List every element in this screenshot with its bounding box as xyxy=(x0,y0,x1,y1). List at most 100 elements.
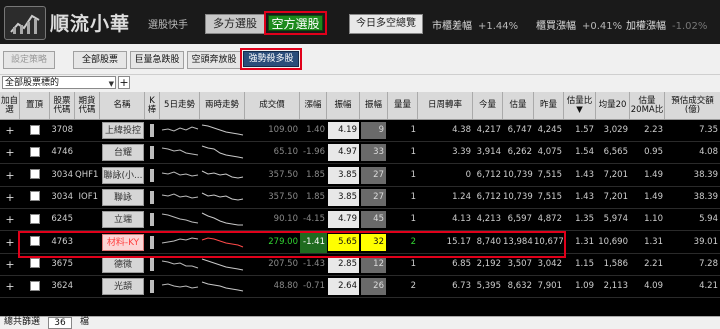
pin-checkbox[interactable] xyxy=(20,209,50,230)
amplitude2-value: 33 xyxy=(361,144,386,162)
stock-name[interactable]: 材料-KY xyxy=(102,233,144,251)
stock-name[interactable]: 聯詠(小... xyxy=(102,166,144,184)
col-futures[interactable]: 期貨代碼 xyxy=(75,92,100,119)
table-row[interactable]: +4746 台耀 65.10 -1.96 4.97 33 1 3.39 3,914 6,262 4,… xyxy=(0,142,720,165)
stat-otc-diff: 市櫃差幅 +1.44% xyxy=(432,17,518,32)
col-today[interactable]: 今量 xyxy=(473,92,503,119)
volume-value: 1 xyxy=(410,258,416,269)
amplitude-value: 4.97 xyxy=(328,144,359,162)
stock-code: 3034 xyxy=(51,191,73,202)
strong-short-button[interactable]: 強勢殺多股 xyxy=(243,51,299,67)
stat-otc-change: 櫃買漲幅 +0.41% xyxy=(536,17,622,32)
stock-name[interactable]: 台耀 xyxy=(102,144,144,162)
est20-ratio-value: 1.10 xyxy=(644,214,663,225)
tab-short-selection[interactable]: 空方選股 xyxy=(268,15,323,31)
pin-checkbox[interactable] xyxy=(20,276,50,297)
add-watchlist-button[interactable]: + xyxy=(0,187,20,208)
change-value: -1.41 xyxy=(300,231,327,253)
estimated-volume-value: 10,739 xyxy=(503,191,533,202)
price-value: 207.50 xyxy=(268,258,298,269)
yesterday-volume-value: 7,901 xyxy=(537,281,562,292)
daily-overview-button[interactable]: 今日多空總覽 xyxy=(349,14,423,34)
pin-checkbox[interactable] xyxy=(20,120,50,141)
amplitude2-value: 9 xyxy=(361,122,386,139)
stat-label: 市櫃差幅 xyxy=(432,21,472,32)
col-top[interactable]: 置頂 xyxy=(20,92,50,119)
turnover-value: 3.39 xyxy=(452,147,471,158)
price-value: 90.10 xyxy=(273,214,298,225)
col-intraday[interactable]: 兩時走勢 xyxy=(200,92,245,119)
status-bar: 總共篩選 36 檔 xyxy=(0,316,720,329)
estimated-amount-value: 5.94 xyxy=(699,214,718,225)
table-row[interactable]: +3708 上緯投控 109.00 1.40 4.19 9 1 4.38 4,217 6,747 4… xyxy=(0,120,720,142)
estimated-volume-value: 8,632 xyxy=(507,281,532,292)
add-watchlist-button[interactable]: + xyxy=(0,209,20,230)
add-watchlist-button[interactable]: + xyxy=(0,254,20,275)
col-est20[interactable]: 估量20MA比 xyxy=(630,92,665,119)
col-est-amount[interactable]: 預估成交額(億) xyxy=(665,92,720,119)
pin-checkbox[interactable] xyxy=(20,232,50,253)
add-watchlist-button[interactable]: + xyxy=(0,142,20,163)
col-change[interactable]: 漲幅 xyxy=(300,92,327,119)
table-row[interactable]: +4763 材料-KY 279.00 -1.41 5.65 32 2 15.17 8,740 13… xyxy=(0,231,720,254)
col-name[interactable]: 名稱 xyxy=(100,92,145,119)
add-watchlist-button[interactable]: + xyxy=(0,120,20,141)
pin-checkbox[interactable] xyxy=(20,142,50,163)
volume-value: 2 xyxy=(410,236,416,247)
add-watchlist-button[interactable]: + xyxy=(0,232,20,253)
set-strategy-button[interactable]: 設定策略 xyxy=(3,51,55,69)
col-price[interactable]: 成交價 xyxy=(245,92,300,119)
estimate-ratio-value: 1.15 xyxy=(575,258,594,269)
col-turnover[interactable]: 日周轉率 xyxy=(418,92,473,119)
estimated-volume-value: 13,984 xyxy=(503,236,533,247)
add-watchlist-button[interactable]: + xyxy=(0,276,20,297)
short-release-button[interactable]: 空頭奔放股 xyxy=(187,51,241,69)
col-code[interactable]: 股票代碼 xyxy=(50,92,75,119)
estimated-amount-value: 38.39 xyxy=(693,191,718,202)
col-avg20[interactable]: 均量20 xyxy=(596,92,630,119)
pin-checkbox[interactable] xyxy=(20,187,50,208)
tab-long-selection[interactable]: 多方選股 xyxy=(205,14,265,34)
all-stocks-button[interactable]: 全部股票 xyxy=(73,51,127,69)
pin-checkbox[interactable] xyxy=(20,165,50,186)
k-bar-icon xyxy=(150,280,154,294)
table-row[interactable]: +3624 光頡 48.80 -0.71 2.64 26 2 6.73 5,395 8,632 7,… xyxy=(0,276,720,299)
estimated-volume-value: 6,262 xyxy=(507,147,532,158)
stock-name[interactable]: 德微 xyxy=(102,255,144,273)
col-est[interactable]: 估量 xyxy=(503,92,534,119)
stock-universe-select[interactable]: 全部股票標的 ▼ xyxy=(2,76,116,89)
stock-name[interactable]: 立端 xyxy=(102,211,144,229)
intraday-sparkline xyxy=(200,120,245,141)
col-add[interactable]: 加自選 xyxy=(0,92,20,119)
col-k[interactable]: K棒 xyxy=(145,92,160,119)
col-vol[interactable]: 量量 xyxy=(388,92,418,119)
col-amp2[interactable]: 振幅 xyxy=(360,92,388,119)
stat-label: 櫃買漲幅 xyxy=(536,21,576,32)
table-row[interactable]: +3034 QHF1 聯詠(小... 357.50 1.85 3.85 27 1 0 6,712 1… xyxy=(0,165,720,187)
estimated-amount-value: 7.28 xyxy=(699,258,718,269)
col-est-ratio[interactable]: 估量比▼ xyxy=(564,92,596,119)
stock-name[interactable]: 聯詠 xyxy=(102,188,144,206)
k-bar-icon xyxy=(150,257,154,271)
stock-name[interactable]: 上緯投控 xyxy=(102,122,144,139)
estimate-ratio-value: 1.31 xyxy=(575,236,594,247)
volume-surge-button[interactable]: 巨量急跌股 xyxy=(130,51,184,69)
table-row[interactable]: +3034 IOF1 聯詠 357.50 1.85 3.85 27 1 1.24 6,712 10,… xyxy=(0,187,720,209)
add-filter-button[interactable]: + xyxy=(118,76,130,89)
stock-name[interactable]: 光頡 xyxy=(102,278,144,296)
amplitude2-value: 27 xyxy=(361,188,386,206)
futures-code: IOF1 xyxy=(78,191,99,202)
add-watchlist-button[interactable]: + xyxy=(0,165,20,186)
col-yday[interactable]: 昨量 xyxy=(534,92,564,119)
col-trend5[interactable]: 5日走勢 xyxy=(160,92,200,119)
volume-value: 1 xyxy=(410,125,416,135)
pin-checkbox[interactable] xyxy=(20,254,50,275)
col-amp[interactable]: 振幅 xyxy=(327,92,360,119)
estimate-ratio-value: 1.57 xyxy=(575,125,594,135)
table-row[interactable]: +6245 立端 90.10 -4.15 4.79 45 1 4.13 4,213 6,597 4,… xyxy=(0,209,720,232)
amplitude2-value: 32 xyxy=(361,233,386,251)
table-row[interactable]: +3675 德微 207.50 -1.43 2.85 12 1 6.85 2,192 3,507 3… xyxy=(0,254,720,276)
price-value: 279.00 xyxy=(268,236,298,247)
today-volume-value: 4,213 xyxy=(476,214,501,225)
estimated-volume-value: 10,739 xyxy=(503,169,533,180)
